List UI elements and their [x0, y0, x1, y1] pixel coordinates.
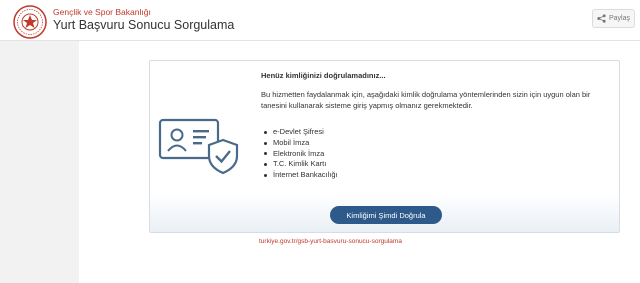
share-icon — [597, 14, 606, 23]
bullet-icon — [264, 152, 267, 156]
method-item-e-signature: Elektronik İmza — [261, 149, 338, 160]
bullet-icon — [264, 130, 267, 134]
notice-description: Bu hizmetten faydalanmak için, aşağıdaki… — [261, 90, 591, 110]
method-item-e-devlet: e-Devlet Şifresi — [261, 127, 338, 138]
auth-notice-card: Henüz kimliğinizi doğrulamadınız... Bu h… — [149, 60, 620, 233]
auth-methods-list: e-Devlet Şifresi Mobil İmza Elektronik İ… — [261, 127, 338, 181]
ministry-name: Gençlik ve Spor Bakanlığı — [53, 7, 151, 17]
method-item-id-card: T.C. Kimlik Kartı — [261, 159, 338, 170]
left-sidebar — [0, 41, 79, 283]
method-label: e-Devlet Şifresi — [273, 127, 324, 136]
page-header: Gençlik ve Spor Bakanlığı Yurt Başvuru S… — [0, 0, 640, 41]
bullet-icon — [264, 163, 267, 167]
source-url-watermark: turkiye.gov.tr/gsb-yurt-basvuru-sonucu-s… — [259, 238, 402, 245]
share-button[interactable]: Paylaş — [592, 9, 635, 28]
method-item-internet-banking: İnternet Bankacılığı — [261, 170, 338, 181]
method-label: T.C. Kimlik Kartı — [273, 159, 327, 169]
page-title: Yurt Başvuru Sonucu Sorgulama — [53, 18, 235, 32]
notice-title: Henüz kimliğinizi doğrulamadınız... — [261, 71, 386, 80]
method-label: Mobil İmza — [273, 137, 310, 147]
share-label: Paylaş — [608, 15, 630, 22]
method-label: İnternet Bankacılığı — [273, 170, 338, 180]
gsb-emblem-icon — [13, 5, 47, 39]
bullet-icon — [264, 174, 267, 178]
id-card-shield-icon — [158, 118, 239, 175]
bullet-icon — [264, 141, 267, 145]
method-item-mobile-signature: Mobil İmza — [261, 138, 338, 149]
verify-identity-button[interactable]: Kimliğimi Şimdi Doğrula — [330, 206, 442, 224]
method-label: Elektronik İmza — [273, 148, 325, 158]
